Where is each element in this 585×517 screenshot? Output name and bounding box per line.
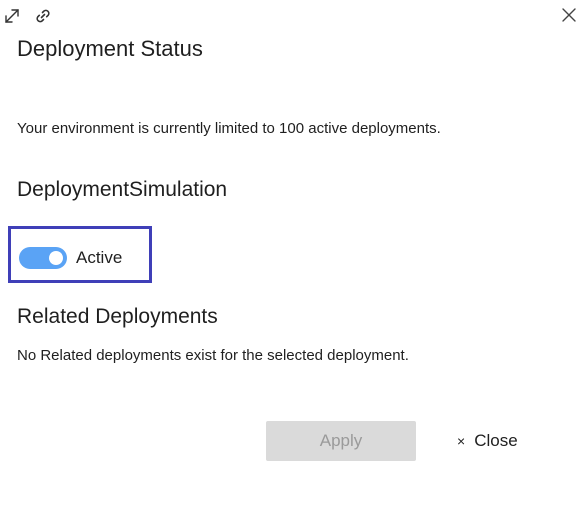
- page-title: Deployment Status: [17, 36, 203, 61]
- deployment-limit-text: Your environment is currently limited to…: [17, 120, 441, 137]
- link-icon[interactable]: [33, 6, 53, 26]
- active-toggle-label: Active: [76, 248, 123, 267]
- active-toggle-highlight: Active: [8, 226, 152, 283]
- deployment-status-panel: Deployment Status Your environment is cu…: [0, 0, 585, 517]
- expand-icon[interactable]: [2, 6, 22, 26]
- toggle-knob: [49, 251, 63, 265]
- close-button-label: Close: [474, 431, 518, 450]
- active-toggle[interactable]: [19, 247, 67, 269]
- simulation-name: DeploymentSimulation: [17, 178, 228, 201]
- close-icon[interactable]: [559, 5, 579, 25]
- close-button[interactable]: × Close: [449, 421, 526, 461]
- apply-button[interactable]: Apply: [266, 421, 416, 461]
- related-deployments-empty-text: No Related deployments exist for the sel…: [17, 347, 409, 364]
- close-x-icon: ×: [457, 433, 466, 449]
- related-deployments-title: Related Deployments: [17, 305, 218, 328]
